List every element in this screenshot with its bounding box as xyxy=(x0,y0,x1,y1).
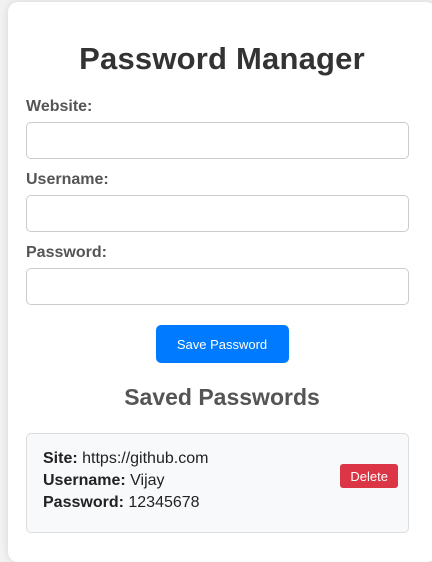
saved-password-entry: Site: https://github.com Username: Vijay… xyxy=(26,433,409,533)
page-title: Password Manager xyxy=(79,41,365,76)
password-label: Password: xyxy=(26,244,107,261)
username-label: Username: xyxy=(26,171,109,188)
entry-username-value: Vijay xyxy=(130,472,165,489)
password-input[interactable] xyxy=(26,268,409,305)
save-button-wrap: Save Password xyxy=(26,325,418,363)
password-manager-card: Password Manager Website: Username: Pass… xyxy=(8,2,432,562)
password-group: Password: xyxy=(26,244,418,305)
website-group: Website: xyxy=(26,98,418,159)
website-label: Website: xyxy=(26,98,93,115)
saved-passwords-title: Saved Passwords xyxy=(124,384,320,410)
website-input[interactable] xyxy=(26,122,409,159)
delete-button[interactable]: Delete xyxy=(340,464,398,488)
entry-password-label: Password: xyxy=(43,494,124,511)
save-password-button[interactable]: Save Password xyxy=(155,325,289,363)
entry-username-label: Username: xyxy=(43,472,126,489)
entry-site-label: Site: xyxy=(43,450,78,467)
username-group: Username: xyxy=(26,171,418,232)
entry-password-value: 12345678 xyxy=(128,494,200,511)
username-input[interactable] xyxy=(26,195,409,232)
entry-site-value: https://github.com xyxy=(82,450,209,467)
entry-password-line: Password: 12345678 xyxy=(43,492,392,514)
